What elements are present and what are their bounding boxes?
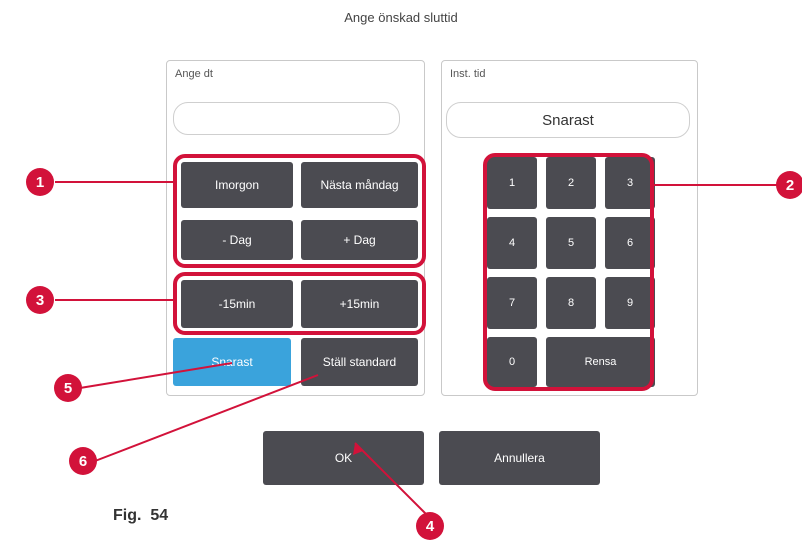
callout-lines	[55, 181, 777, 519]
callout-3: 3	[26, 286, 54, 314]
callout-4: 4	[416, 512, 444, 540]
callout-6: 6	[69, 447, 97, 475]
figure-caption: Fig. 54	[113, 507, 169, 524]
callout-2: 2	[776, 171, 802, 199]
callout-1: 1	[26, 168, 54, 196]
callout-5: 5	[54, 374, 82, 402]
